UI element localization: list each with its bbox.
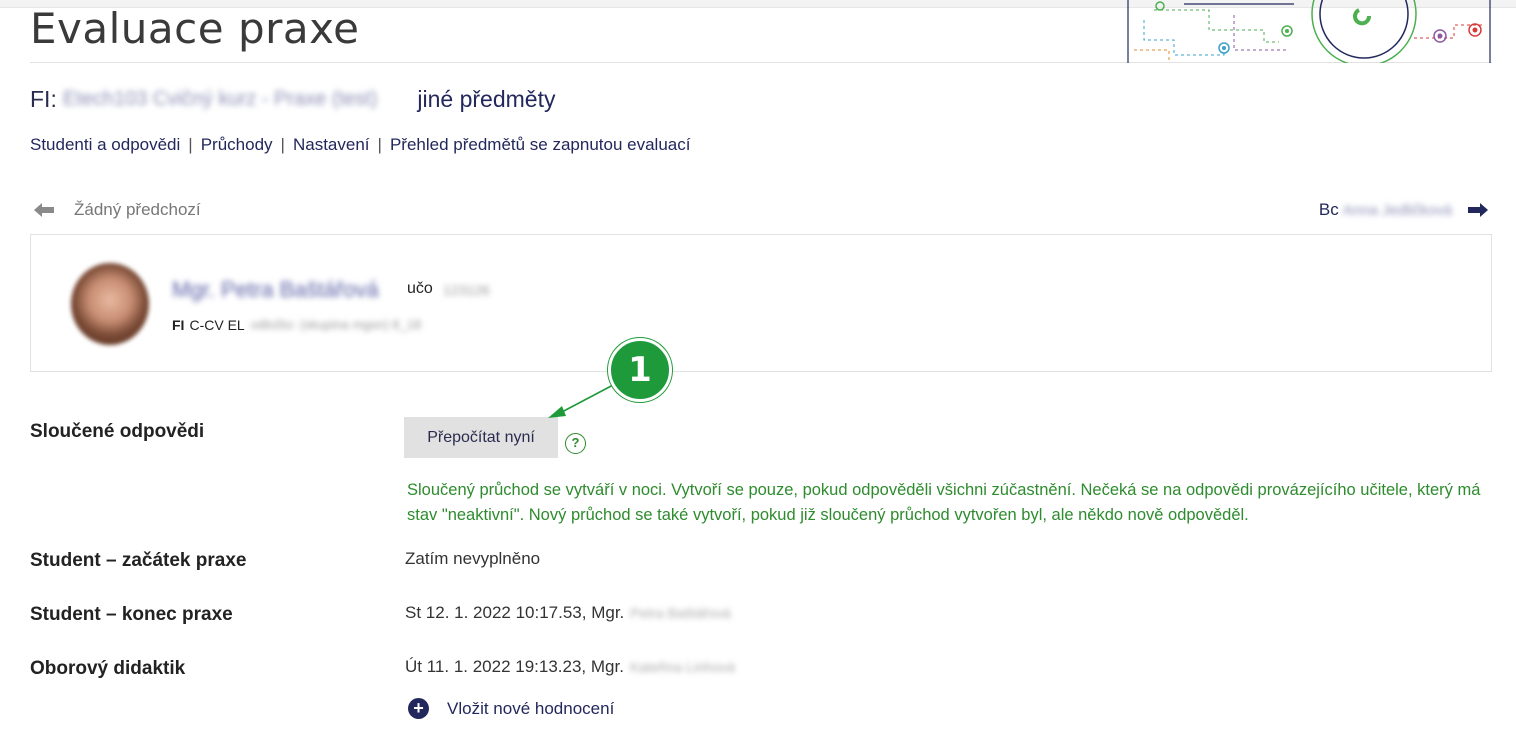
- row-label-student-end: Student – konec praxe: [30, 604, 233, 625]
- row-value-person: Kateřina Linhová: [629, 659, 736, 675]
- prev-record: Žádný předchozí: [30, 200, 201, 220]
- section-nav: Studenti a odpovědi | Průchody | Nastave…: [30, 135, 690, 155]
- avatar: [71, 263, 149, 345]
- other-subjects-link[interactable]: jiné předměty: [417, 86, 555, 113]
- row-label-student-start: Student – začátek praxe: [30, 550, 247, 571]
- banner-graphic: [1114, 0, 1492, 63]
- recalculate-now-button[interactable]: Přepočítat nyní: [404, 417, 558, 458]
- study-details: odložto: (skupina mgsn) 8_18: [250, 317, 422, 332]
- course-heading: FI: Etech103 Cvičný kurz - Praxe (test) …: [30, 86, 555, 113]
- study-faculty: FI: [172, 317, 185, 333]
- nav-separator: |: [377, 135, 382, 154]
- faculty-prefix: FI:: [30, 86, 57, 112]
- study-program: C-CV EL: [189, 317, 245, 333]
- row-value-text: Zatím nevyplněno: [405, 549, 541, 568]
- merged-answers-label: Sloučené odpovědi: [30, 421, 205, 442]
- nav-separator: |: [188, 135, 193, 154]
- row-value-didactic: Út 11. 1. 2022 19:13.23, Mgr. Kateřina L…: [405, 657, 735, 677]
- circuit-banner-icon: [1127, 0, 1491, 63]
- merged-info-text: Sloučený průchod se vytváří v noci. Vytv…: [407, 481, 1481, 524]
- study-info: FI C-CV EL odložto: (skupina mgsn) 8_18: [172, 317, 421, 333]
- record-pager: Žádný předchozí Bc Anna Jedličková: [30, 198, 1492, 226]
- person-card: Mgr. Petra Baštářová učo 123126 FI C-CV …: [30, 234, 1492, 372]
- next-record-link[interactable]: Bc Anna Jedličková: [1319, 200, 1488, 220]
- row-value-text: St 12. 1. 2022 10:17.53, Mgr.: [405, 603, 625, 622]
- course-name-link[interactable]: Etech103 Cvičný kurz - Praxe (test): [63, 88, 378, 111]
- callout-number-badge: 1: [608, 338, 672, 402]
- nav-subjects-overview[interactable]: Přehled předmětů se zapnutou evaluací: [390, 135, 691, 155]
- row-label-didactic: Oborový didaktik: [30, 658, 186, 679]
- row-value-student-end: St 12. 1. 2022 10:17.53, Mgr. Petra Bašt…: [405, 603, 731, 623]
- uco-value: 123126: [443, 282, 490, 298]
- add-new-rating-link[interactable]: + Vložit nové hodnocení: [408, 698, 614, 719]
- add-new-rating-label: Vložit nové hodnocení: [447, 698, 615, 718]
- row-value-text: Út 11. 1. 2022 19:13.23, Mgr.: [405, 657, 624, 676]
- prev-record-label: Žádný předchozí: [74, 200, 201, 219]
- uco-label: učo: [407, 280, 433, 297]
- arrow-right-icon[interactable]: [1466, 203, 1488, 217]
- nav-students-answers[interactable]: Studenti a odpovědi: [30, 135, 180, 155]
- help-icon[interactable]: ?: [565, 433, 586, 454]
- arrow-left-icon: [34, 203, 54, 217]
- nav-settings[interactable]: Nastavení: [293, 135, 370, 155]
- row-value-student-start: Zatím nevyplněno: [405, 549, 540, 569]
- person-name-link[interactable]: Mgr. Petra Baštářová: [172, 277, 379, 303]
- nav-separator: |: [280, 135, 285, 154]
- nav-passes[interactable]: Průchody: [201, 135, 273, 155]
- page-title: Evaluace praxe: [30, 4, 360, 53]
- row-value-person: Petra Baštářová: [630, 605, 731, 621]
- next-record-name: Anna Jedličková: [1342, 201, 1452, 219]
- next-record-title: Bc: [1318, 200, 1339, 219]
- plus-circle-icon[interactable]: +: [408, 698, 429, 719]
